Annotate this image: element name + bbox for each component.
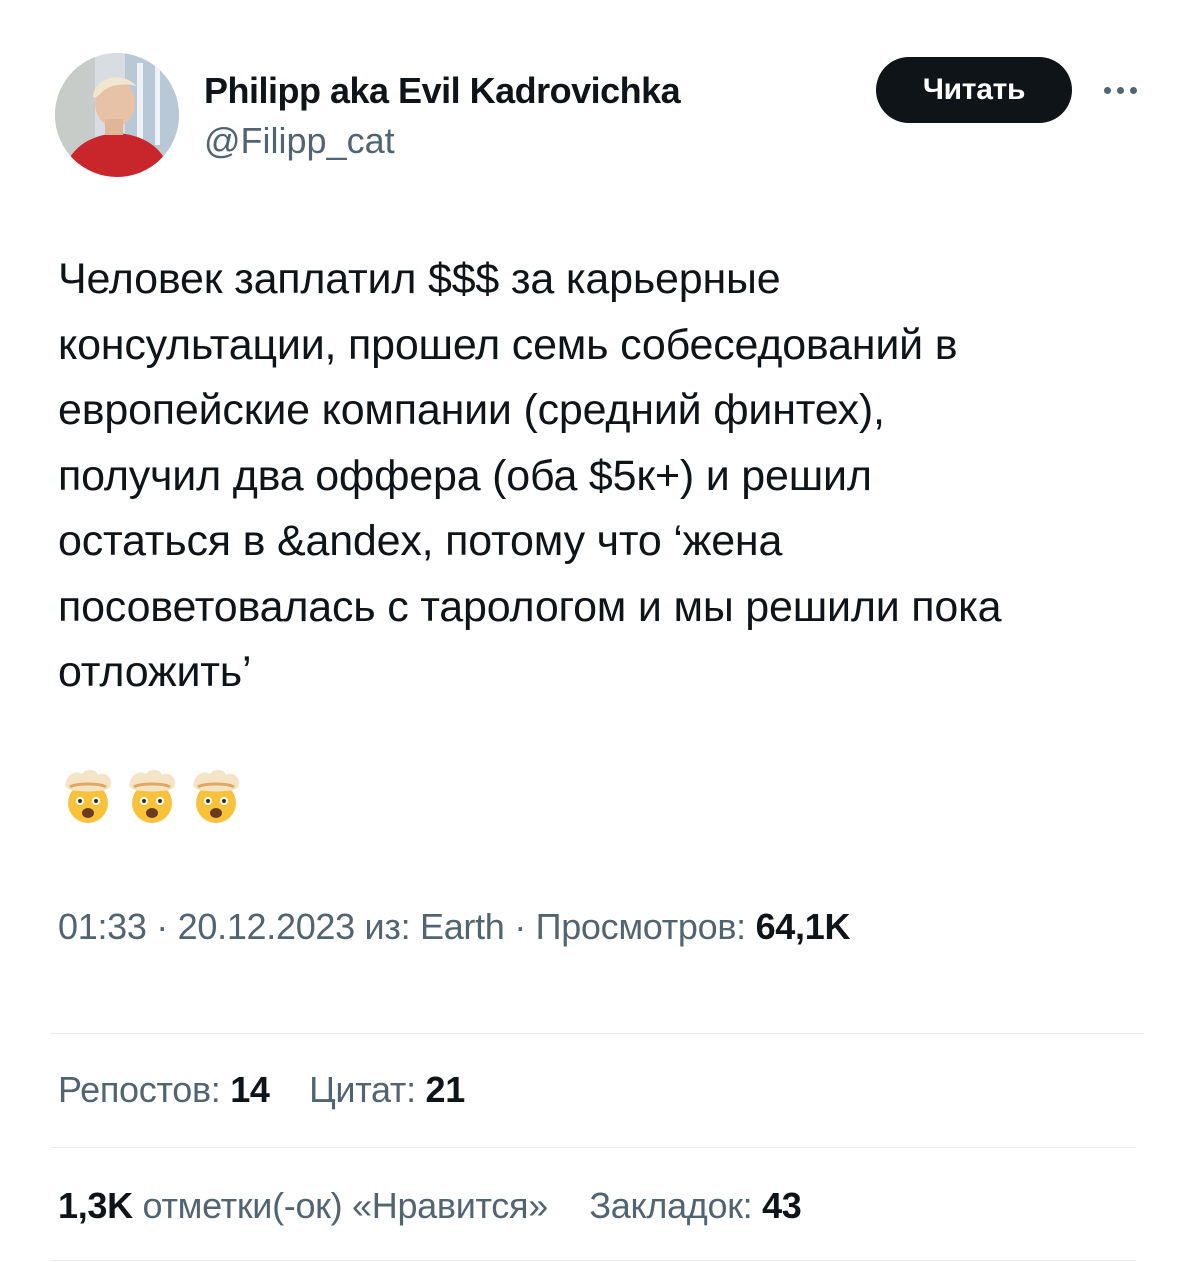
profile-photo-icon: [55, 53, 179, 177]
tweet-meta: 01:33 · 20.12.2023 из: Earth · Просмотро…: [58, 905, 850, 949]
exploding-head-emoji-icon: [193, 769, 240, 823]
tweet-line: Человек заплатил $$$ за карьерные: [58, 255, 781, 303]
divider: [50, 1260, 1136, 1261]
views-count: 64,1K: [755, 906, 851, 947]
tweet-line: отложить’: [58, 648, 252, 696]
timestamp-and-source[interactable]: 01:33 · 20.12.2023 из: Earth · Просмотро…: [58, 906, 756, 947]
stats-row-reposts: Репостов: 14 Цитат: 21: [58, 1068, 465, 1112]
bookmarks-count: 43: [762, 1185, 802, 1226]
likes-label: отметки(-ок) «Нравится»: [132, 1185, 549, 1226]
avatar[interactable]: [55, 53, 179, 177]
likes-count: 1,3K: [58, 1185, 133, 1226]
reposts-count: 14: [230, 1069, 270, 1110]
emoji-row: [58, 765, 246, 825]
tweet-line: консультации, прошел семь собеседований …: [58, 320, 958, 369]
bookmarks-stat[interactable]: Закладок: 43: [589, 1185, 801, 1226]
divider: [50, 1033, 1144, 1034]
quotes-label: Цитат:: [309, 1069, 426, 1110]
likes-stat[interactable]: 1,3K отметки(-ок) «Нравится»: [58, 1185, 548, 1226]
follow-button[interactable]: Читать: [876, 57, 1072, 123]
quotes-count: 21: [425, 1069, 466, 1110]
author-handle[interactable]: @Filipp_cat: [204, 120, 395, 162]
reposts-stat[interactable]: Репостов: 14: [58, 1069, 270, 1110]
stats-row-likes: 1,3K отметки(-ок) «Нравится» Закладок: 4…: [58, 1184, 802, 1228]
divider: [50, 1147, 1136, 1148]
more-horizontal-icon: [1129, 86, 1137, 94]
tweet-line: посоветовалась с тарологом и мы решили п…: [58, 582, 1002, 631]
tweet-line: получил два оффера (оба $5к+) и решил: [58, 451, 872, 500]
more-horizontal-icon: [1103, 86, 1111, 94]
author-display-name[interactable]: Philipp aka Evil Kadrovichka: [204, 70, 681, 112]
more-horizontal-icon: [1116, 86, 1124, 94]
reposts-label: Репостов:: [58, 1069, 231, 1110]
more-options-button[interactable]: [1095, 70, 1145, 110]
exploding-head-emoji-icon: [129, 769, 176, 823]
bookmarks-label: Закладок:: [589, 1185, 763, 1226]
tweet-text: Человек заплатил $$$ за карьерные консул…: [58, 247, 1158, 706]
quotes-stat[interactable]: Цитат: 21: [309, 1069, 465, 1110]
tweet-line: европейские компании (средний финтех),: [58, 386, 885, 434]
exploding-head-emoji-icon: [65, 769, 112, 823]
tweet-line: остаться в &andex, потому что ‘жена: [58, 517, 783, 565]
